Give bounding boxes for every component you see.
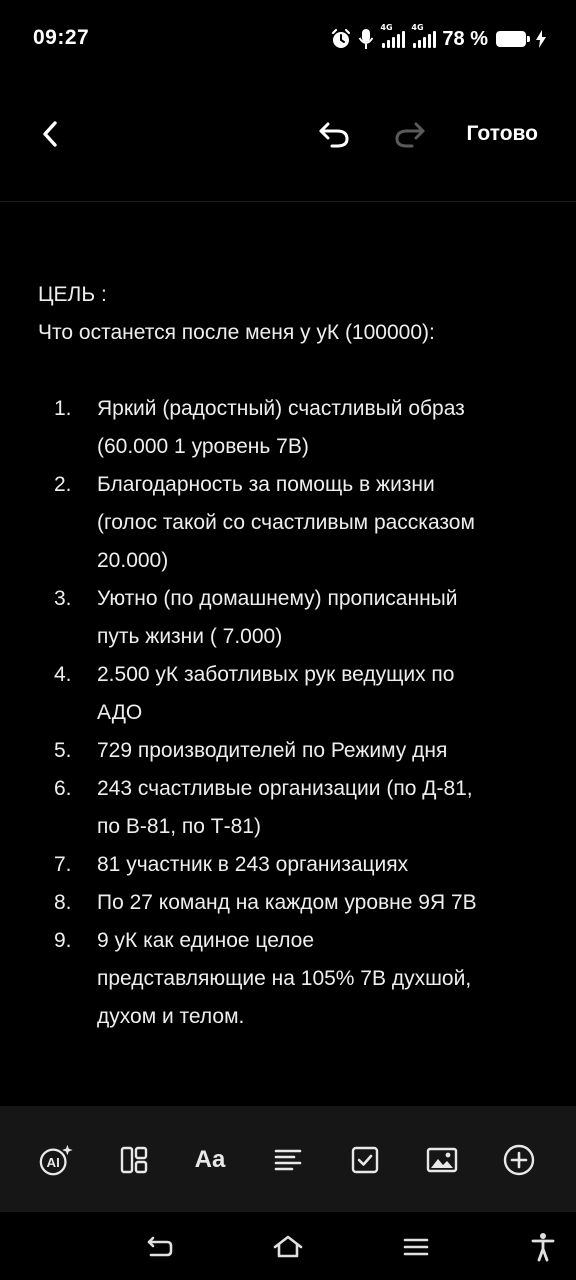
redo-icon: [395, 122, 425, 148]
signal-icon: 4G: [411, 23, 437, 48]
microphone-icon: [358, 28, 374, 50]
undo-icon: [319, 122, 349, 148]
list-item: 4. 2.500 уК заботливых рук ведущих по АД…: [38, 656, 538, 732]
list-item: 7. 81 участник в 243 организациях: [38, 846, 538, 884]
list-number: 8.: [54, 891, 72, 914]
image-icon: [426, 1147, 458, 1173]
list-item: 9. 9 уК как единое целое представляющие …: [38, 922, 538, 1036]
ai-icon: AI: [39, 1144, 73, 1176]
list-item-text: 81 участник в 243 организациях: [97, 853, 409, 876]
list-item-text: (голос такой со счастливым рассказом: [97, 511, 475, 534]
list-item-text: Уютно (по домашнему) прописанный: [97, 587, 458, 610]
system-nav-bar: [0, 1212, 576, 1280]
ai-label: AI: [47, 1155, 60, 1170]
list-item: 6. 243 счастливые организации (по Д-81, …: [38, 770, 538, 846]
list-item-text: АДО: [97, 701, 143, 724]
charging-icon: [536, 30, 546, 48]
list-number: 1.: [54, 397, 72, 420]
list-number: 9.: [54, 929, 72, 952]
ai-button[interactable]: AI: [38, 1142, 74, 1178]
list-number: 5.: [54, 739, 72, 762]
list-item-text: Яркий (радостный) счастливый образ: [97, 397, 465, 420]
list-item: 1. Яркий (радостный) счастливый образ (6…: [38, 390, 538, 466]
list-number: 3.: [54, 587, 72, 610]
undo-button[interactable]: [316, 116, 352, 152]
list-item-text: 729 производителей по Режиму дня: [97, 739, 448, 762]
list-item-text: По 27 команд на каждом уровне 9Я 7В: [97, 891, 477, 914]
note-heading: ЦЕЛЬ :: [38, 283, 107, 306]
network-type-2: 4G: [411, 23, 424, 32]
list-item-text: 9 уК как единое целое: [97, 929, 315, 952]
list-item-text: путь жизни ( 7.000): [97, 625, 283, 648]
list-item-text: (60.000 1 уровень 7В): [97, 435, 309, 458]
battery-icon: [496, 31, 530, 47]
list-item: 2. Благодарность за помощь в жизни (голо…: [38, 466, 538, 580]
status-bar: 09:27 4G 4G 78 %: [0, 0, 576, 76]
accessibility-icon: [531, 1233, 555, 1262]
image-button[interactable]: [424, 1142, 460, 1178]
list-number: 7.: [54, 853, 72, 876]
toolbar-divider: [0, 201, 576, 202]
back-icon: [43, 121, 57, 147]
list-item-text: 2.500 уК заботливых рук ведущих по: [97, 663, 455, 686]
layout-button[interactable]: [116, 1142, 152, 1178]
add-button[interactable]: [501, 1142, 537, 1178]
checkbox-button[interactable]: [347, 1142, 383, 1178]
list-item: 3. Уютно (по домашнему) прописанный путь…: [38, 580, 538, 656]
align-icon: [274, 1149, 302, 1171]
list-item-text: по В-81, по Т-81): [97, 815, 261, 838]
note-subtitle: Что останется после меня у уК (100000):: [38, 321, 435, 344]
list-item: 5. 729 производителей по Режиму дня: [38, 732, 538, 770]
battery-percent: 78 %: [442, 27, 488, 50]
done-button[interactable]: Готово: [467, 122, 538, 146]
list-item-text: представляющие на 105% 7В духшой,: [97, 967, 472, 990]
checkbox-icon: [351, 1146, 379, 1174]
recents-button[interactable]: [399, 1230, 433, 1264]
list-number: 6.: [54, 777, 72, 800]
add-icon: [503, 1144, 535, 1176]
list-item-text: духом и телом.: [97, 1005, 245, 1028]
home-button[interactable]: [271, 1230, 305, 1264]
note-body[interactable]: ЦЕЛЬ : Что останется после меня у уК (10…: [38, 276, 538, 1036]
list-item-text: Благодарность за помощь в жизни: [97, 473, 435, 496]
list-item-text: 243 счастливые организации (по Д-81,: [97, 777, 473, 800]
note-toolbar: Готово: [0, 100, 576, 170]
list-number: 4.: [54, 663, 72, 686]
goal-list: 1. Яркий (радостный) счастливый образ (6…: [38, 390, 538, 1036]
format-toolbar: AI Aa: [0, 1106, 576, 1212]
network-type-1: 4G: [380, 23, 393, 32]
accessibility-button[interactable]: [526, 1230, 560, 1264]
back-button[interactable]: [32, 116, 68, 152]
list-number: 2.: [54, 473, 72, 496]
status-time: 09:27: [33, 26, 90, 49]
status-icons: 4G 4G 78 %: [330, 23, 546, 52]
nav-back-icon: [147, 1236, 173, 1257]
nav-back-button[interactable]: [143, 1230, 177, 1264]
list-item-text: 20.000): [97, 549, 169, 572]
redo-button[interactable]: [392, 116, 428, 152]
alarm-icon: [330, 28, 352, 50]
list-item: 8. По 27 команд на каждом уровне 9Я 7В: [38, 884, 538, 922]
text-style-button[interactable]: Aa: [192, 1142, 228, 1178]
home-icon: [273, 1235, 303, 1258]
menu-icon: [403, 1238, 429, 1256]
signal-icon: 4G: [380, 23, 406, 48]
layout-icon: [120, 1146, 148, 1174]
text-style-icon: Aa: [194, 1146, 226, 1173]
align-button[interactable]: [270, 1142, 306, 1178]
